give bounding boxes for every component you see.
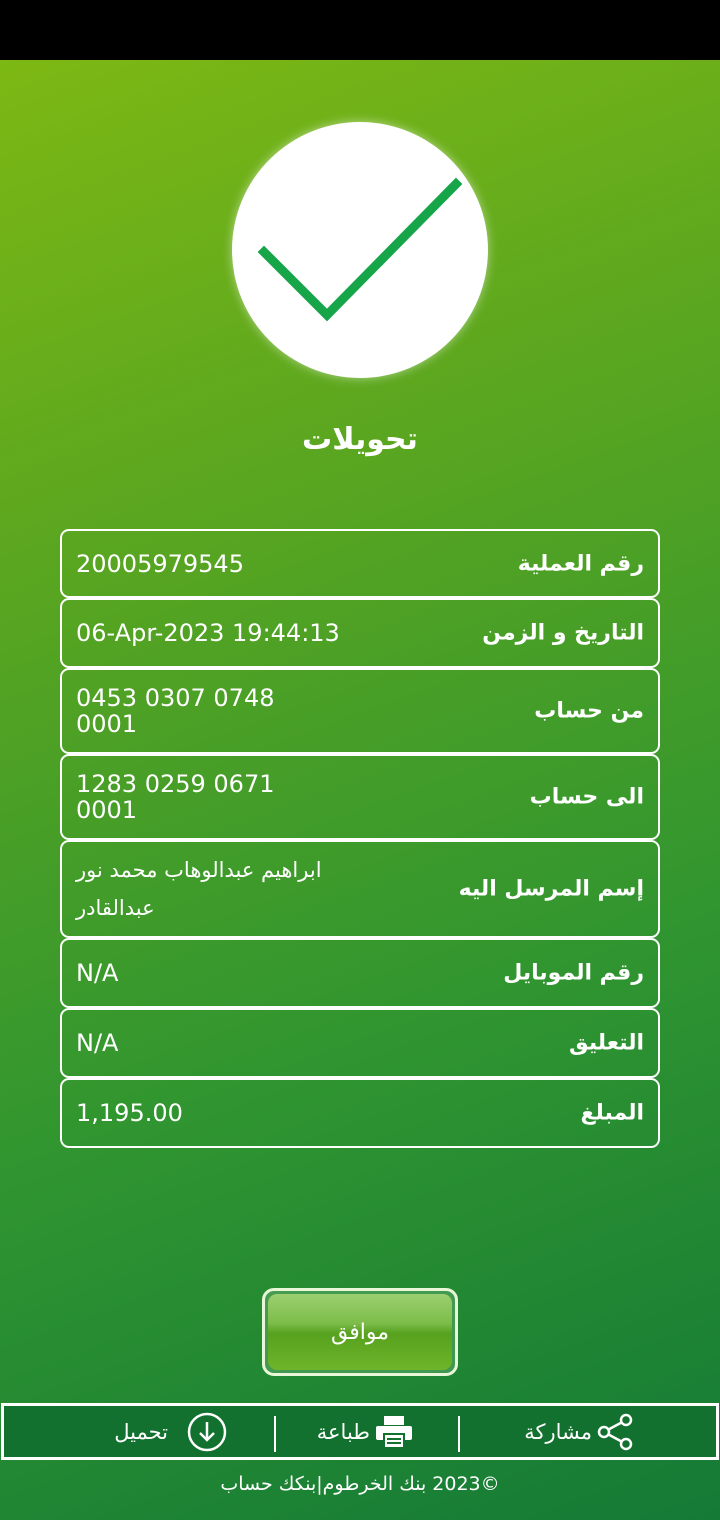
action-bar: مشاركة طباعة تحميل xyxy=(1,1403,719,1460)
detail-row-recipient-name: إسم المرسل اليه ابراهيم عبدالوهاب محمد ن… xyxy=(60,840,660,938)
share-icon xyxy=(597,1413,633,1450)
detail-row-mobile-number: رقم الموبايل N/A xyxy=(60,938,660,1008)
share-button[interactable]: مشاركة xyxy=(506,1406,636,1457)
detail-label: رقم العملية xyxy=(517,551,644,576)
detail-value: 06-Apr-2023 19:44:13 xyxy=(76,619,340,647)
share-label: مشاركة xyxy=(524,1419,592,1444)
action-divider xyxy=(274,1416,276,1452)
download-label: تحميل xyxy=(114,1419,168,1444)
detail-value: N/A xyxy=(76,959,119,987)
detail-label: إسم المرسل اليه xyxy=(458,876,644,902)
detail-row-to-account: الى حساب 1283 0259 0671 0001 xyxy=(60,754,660,840)
detail-value: 1283 0259 0671 0001 xyxy=(76,770,275,824)
print-button[interactable]: طباعة xyxy=(302,1406,414,1457)
detail-label: الى حساب xyxy=(529,784,644,810)
printer-icon xyxy=(376,1415,412,1449)
print-label: طباعة xyxy=(316,1419,370,1444)
page-title: تحويلات xyxy=(302,422,418,457)
ok-button-frame: موافق xyxy=(262,1288,458,1376)
detail-value: 1,195.00 xyxy=(76,1099,183,1127)
download-button[interactable]: تحميل xyxy=(96,1406,228,1457)
detail-label: من حساب xyxy=(534,698,644,724)
detail-label: رقم الموبايل xyxy=(503,960,644,986)
detail-row-transaction-number: رقم العملية 20005979545 xyxy=(60,529,660,598)
ok-button[interactable]: موافق xyxy=(268,1294,452,1370)
success-badge xyxy=(232,122,488,378)
transfer-success-screen: تحويلات رقم العملية 20005979545 التاريخ … xyxy=(0,60,720,1520)
checkmark-icon xyxy=(257,177,463,322)
detail-label: المبلغ xyxy=(580,1100,644,1126)
detail-label: التاريخ و الزمن xyxy=(482,620,644,646)
detail-value: 20005979545 xyxy=(76,549,244,578)
download-icon xyxy=(187,1412,227,1451)
detail-row-amount: المبلغ 1,195.00 xyxy=(60,1078,660,1148)
detail-value: 0453 0307 0748 0001 xyxy=(76,684,275,738)
action-divider xyxy=(458,1416,460,1452)
detail-row-datetime: التاريخ و الزمن 06-Apr-2023 19:44:13 xyxy=(60,598,660,668)
detail-value: ابراهيم عبدالوهاب محمد نور عبدالقادر xyxy=(76,858,322,920)
detail-value: N/A xyxy=(76,1029,119,1057)
detail-row-from-account: من حساب 0453 0307 0748 0001 xyxy=(60,668,660,754)
detail-label: التعليق xyxy=(569,1030,644,1056)
detail-row-comment: التعليق N/A xyxy=(60,1008,660,1078)
footer-copyright: ©2023 بنك الخرطوم|بنكك حساب xyxy=(220,1473,500,1495)
status-bar xyxy=(0,0,720,60)
